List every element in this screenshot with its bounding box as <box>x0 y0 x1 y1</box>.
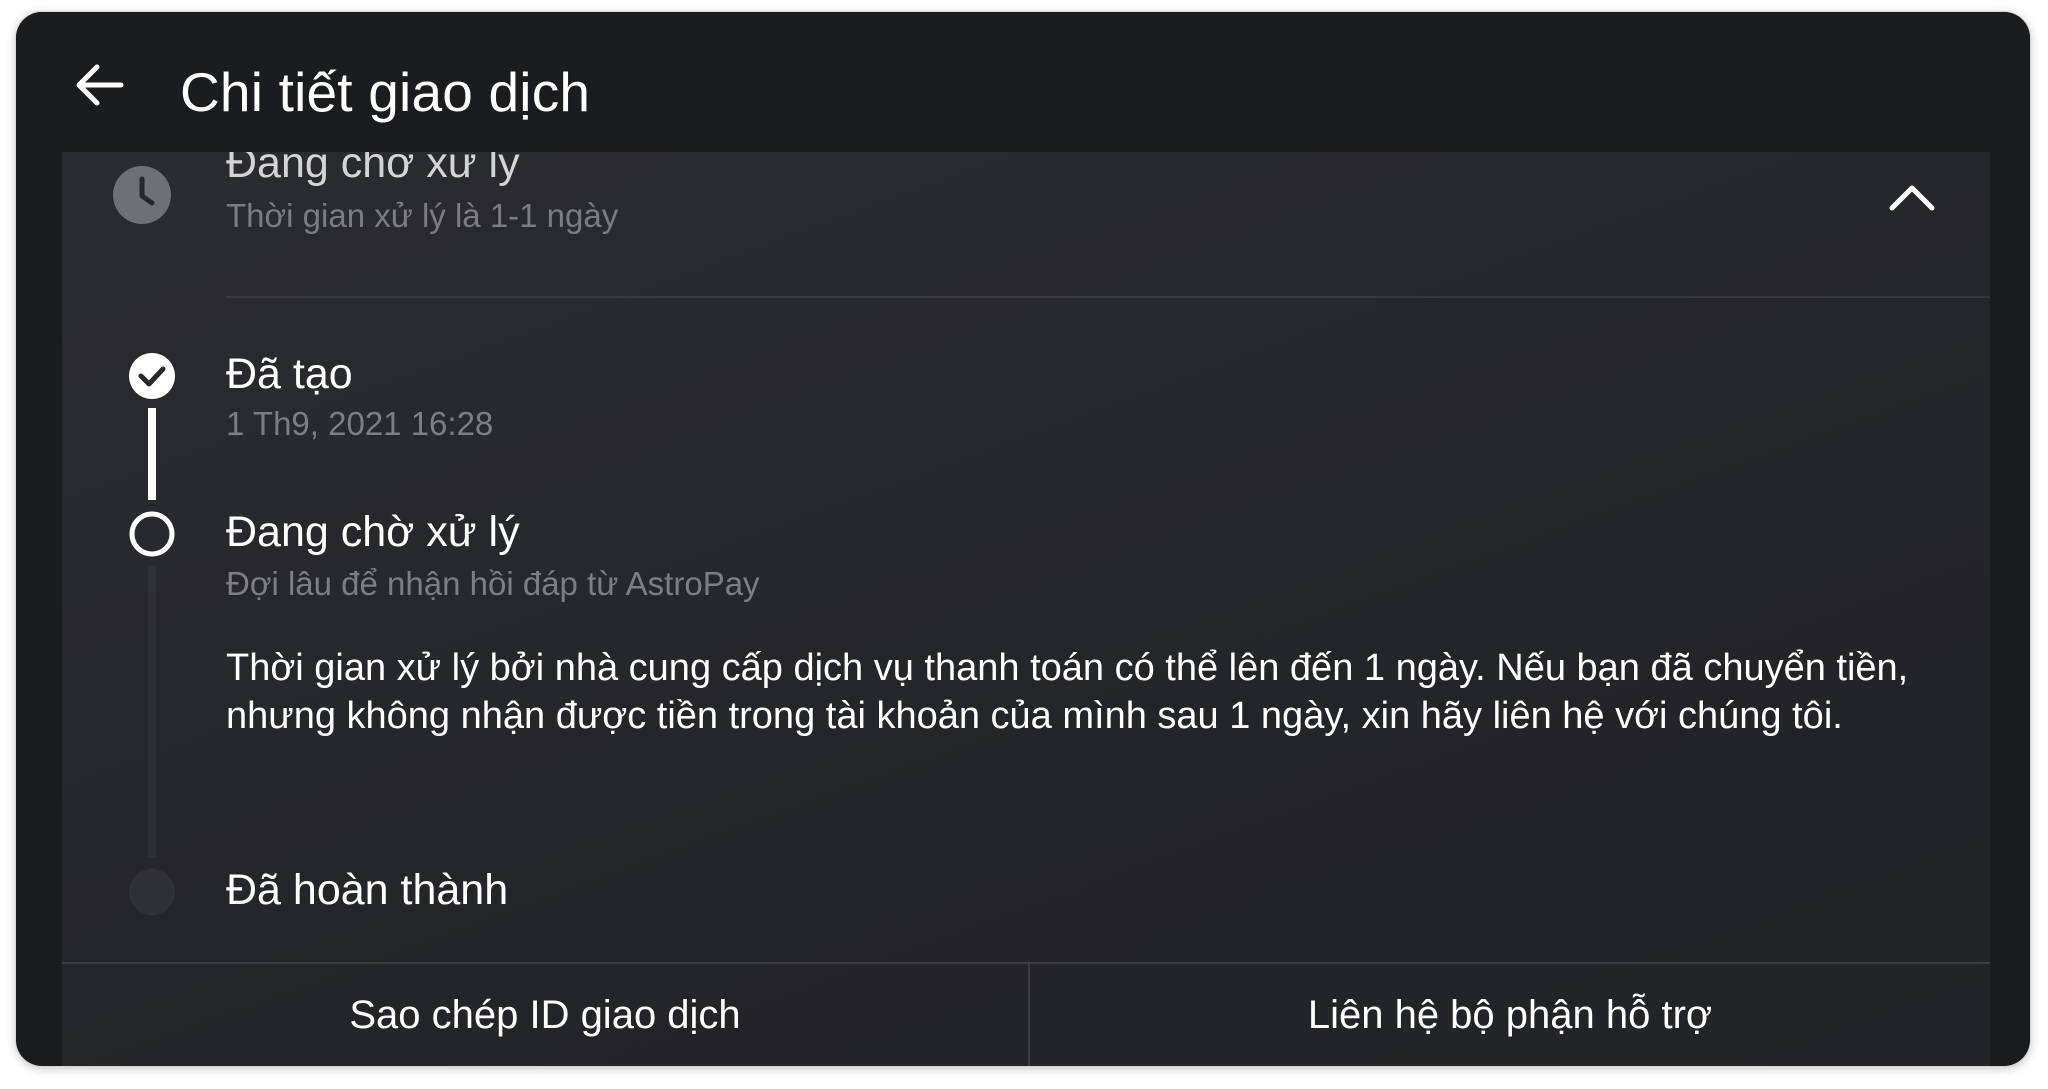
back-button[interactable] <box>66 52 132 118</box>
summary-processing-time: Thời gian xử lý là 1-1 ngày <box>226 197 619 234</box>
copy-transaction-id-button[interactable]: Sao chép ID giao dịch <box>62 964 1028 1066</box>
collapse-toggle[interactable] <box>1882 172 1942 222</box>
step-created-timestamp: 1 Th9, 2021 16:28 <box>226 405 494 442</box>
transaction-status-card: Đang chờ xử lý Thời gian xử lý là 1-1 ng… <box>62 139 1990 1066</box>
page-title: Chi tiết giao dịch <box>180 61 591 123</box>
timeline-connector-pending <box>148 566 156 858</box>
step-pending-description: Thời gian xử lý bởi nhà cung cấp dịch vụ… <box>226 647 1909 737</box>
dot-icon <box>129 869 175 915</box>
step-completed-title: Đã hoàn thành <box>226 866 509 914</box>
check-circle-icon <box>129 353 175 399</box>
contact-support-button[interactable]: Liên hệ bộ phận hỗ trợ <box>1030 964 1990 1066</box>
step-created-title: Đã tạo <box>226 350 353 398</box>
arrow-left-icon <box>76 64 124 106</box>
clock-icon <box>113 166 171 224</box>
divider <box>226 296 1990 298</box>
empty-circle-icon <box>129 511 175 557</box>
status-summary[interactable]: Đang chờ xử lý Thời gian xử lý là 1-1 ng… <box>62 139 1990 297</box>
chevron-up-icon <box>1889 185 1935 211</box>
app-window: Chi tiết giao dịch Đang chờ xử lý Thời g… <box>16 12 2030 1066</box>
step-pending-title: Đang chờ xử lý <box>226 508 520 556</box>
step-pending-subtitle: Đợi lâu để nhận hồi đáp từ AstroPay <box>226 565 760 602</box>
timeline-connector-completed <box>148 408 156 500</box>
top-app-bar: Chi tiết giao dịch <box>16 12 2030 152</box>
